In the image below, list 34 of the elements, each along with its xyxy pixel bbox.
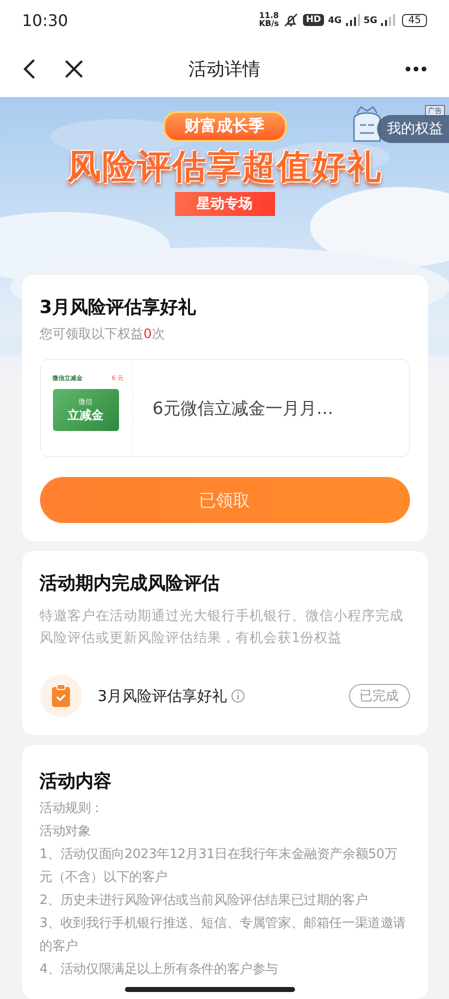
battery-level: 45 (402, 14, 427, 26)
card-title: 活动内容 (40, 770, 112, 793)
network-type: 4G (328, 16, 342, 26)
banner-headline: 风险评估享超值好礼 (67, 146, 382, 189)
task-name: 3月风险评估享好礼 (98, 686, 228, 706)
info-icon[interactable] (231, 689, 246, 703)
signal-icon (346, 14, 360, 26)
status-time: 10:30 (22, 10, 68, 30)
card-title: 3月风险评估享好礼 (40, 296, 198, 319)
card-title: 活动期内完成风险评估 (40, 572, 220, 595)
mascot-icon (351, 105, 383, 145)
banner-subtitle: 星动专场 (174, 192, 274, 216)
completed-status: 已完成 (348, 684, 410, 708)
rule-text: 活动规则： (40, 800, 105, 818)
back-icon[interactable] (22, 58, 36, 80)
rule-text: 2、历史未进行风险评估或当前风险评估结果已过期的客户 (40, 892, 369, 910)
mute-icon (282, 13, 299, 27)
rule-text: 3、收到我行手机银行推送、短信、专属管家、邮箱任一渠道邀请的客户 (40, 915, 407, 956)
hd-badge: HD (302, 14, 324, 26)
remaining-count: 您可领取以下权益0次 (40, 326, 166, 343)
network-speed: 11.8 KB/s (258, 12, 279, 28)
clipboard-check-icon (40, 675, 82, 717)
rule-text: 4、活动仅限满足以上所有条件的客户参与 (40, 961, 279, 979)
close-icon[interactable] (64, 58, 84, 78)
coupon-name: 6元微信立减金一月月… (152, 398, 334, 420)
rule-text: 活动对象 (40, 823, 92, 841)
rule-text: 1、活动仅面向2023年12月31日在我行年末金融资产余额50万元（不含）以下的客户 (40, 846, 398, 887)
my-rights-button[interactable]: 我的权益 (377, 115, 449, 143)
task-description: 特邀客户在活动期通过光大银行手机银行、微信小程序完成风险评估或更新风险评估结果，有机会获1份权益 (40, 607, 404, 648)
ribbon-label: 财富成长季 (162, 111, 286, 142)
more-icon[interactable] (405, 66, 427, 72)
network-type: 5G (364, 16, 378, 26)
signal-icon (381, 14, 396, 26)
page-title: 活动详情 (188, 58, 260, 80)
